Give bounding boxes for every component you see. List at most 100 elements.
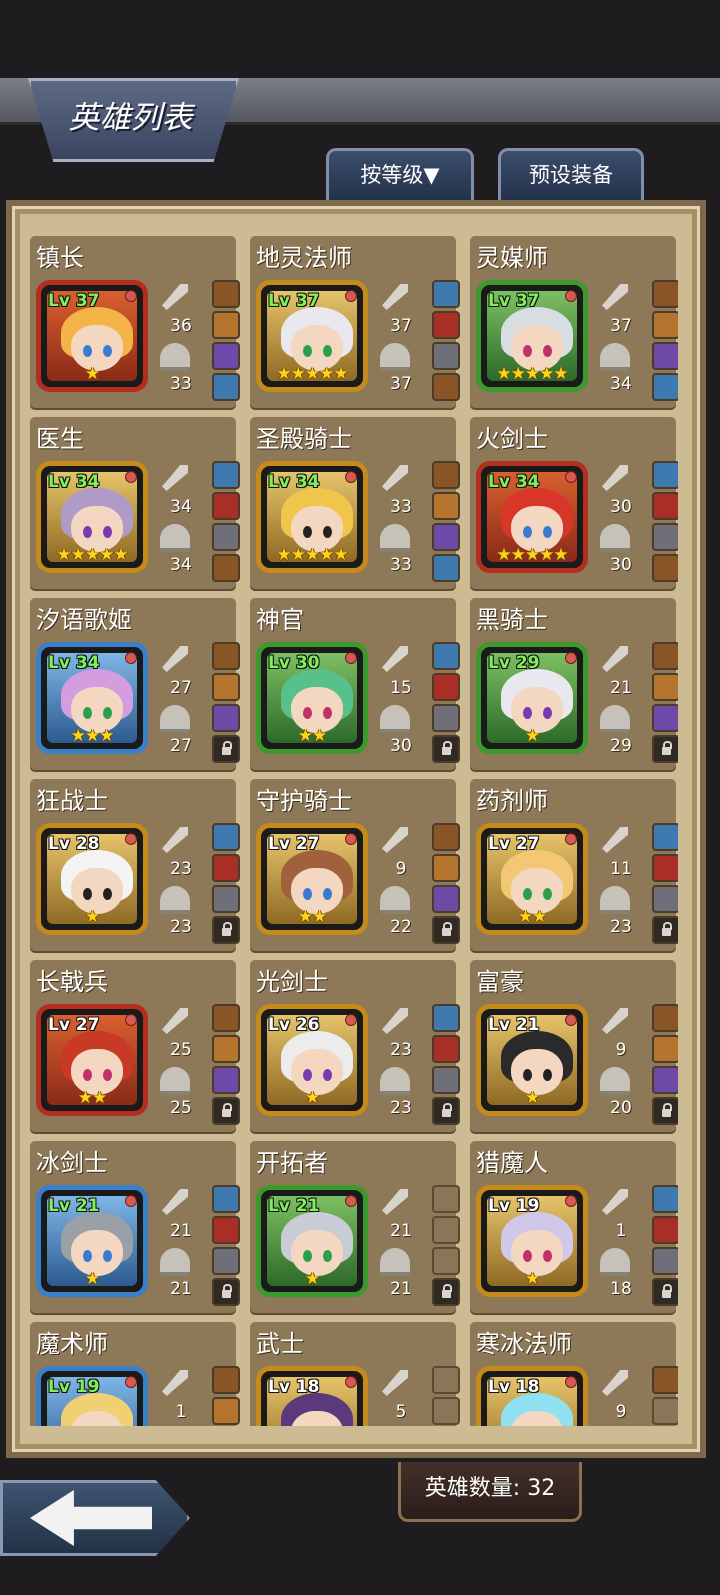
hero-portrait[interactable]: Lv 21 ★	[256, 1185, 368, 1297]
lock-icon[interactable]	[652, 916, 678, 944]
hero-portrait[interactable]: Lv 19 ★	[476, 1185, 588, 1297]
equipment-slot-icon[interactable]	[432, 342, 460, 370]
hero-card[interactable]: 狂战士 Lv 28 ★ 23 23	[30, 779, 240, 951]
hero-card[interactable]: 长戟兵 Lv 27 ★★ 25 25	[30, 960, 240, 1132]
equipment-slot-icon[interactable]	[652, 311, 678, 339]
equipment-slot-icon[interactable]	[652, 642, 678, 670]
equipment-slot-icon[interactable]	[652, 1366, 678, 1394]
hero-portrait[interactable]: Lv 28 ★	[36, 823, 148, 935]
hero-card[interactable]: 汐语歌姬 Lv 34 ★★★ 27 27	[30, 598, 240, 770]
hero-card[interactable]: 富豪 Lv 21 ★ 9 20	[470, 960, 678, 1132]
equipment-slot-icon[interactable]	[212, 642, 240, 670]
equipment-slot-icon[interactable]	[432, 311, 460, 339]
hero-card[interactable]: 魔术师 Lv 19 1	[30, 1322, 240, 1426]
empty-equipment-slot[interactable]	[432, 1185, 460, 1213]
equipment-slot-icon[interactable]	[652, 673, 678, 701]
lock-icon[interactable]	[212, 916, 240, 944]
lock-icon[interactable]	[652, 735, 678, 763]
equipment-slot-icon[interactable]	[212, 885, 240, 913]
hero-portrait[interactable]: Lv 18	[476, 1366, 588, 1426]
equipment-slot-icon[interactable]	[212, 311, 240, 339]
equipment-slot-icon[interactable]	[432, 704, 460, 732]
hero-card[interactable]: 武士 Lv 18 5	[250, 1322, 460, 1426]
hero-card[interactable]: 守护骑士 Lv 27 ★★ 9 22	[250, 779, 460, 951]
hero-portrait[interactable]: Lv 21 ★	[476, 1004, 588, 1116]
hero-portrait[interactable]: Lv 18	[256, 1366, 368, 1426]
equipment-slot-icon[interactable]	[212, 554, 240, 582]
equipment-slot-icon[interactable]	[652, 554, 678, 582]
equipment-slot-icon[interactable]	[212, 1066, 240, 1094]
equipment-slot-icon[interactable]	[212, 704, 240, 732]
equipment-slot-icon[interactable]	[212, 373, 240, 401]
lock-icon[interactable]	[652, 1097, 678, 1125]
hero-card[interactable]: 开拓者 Lv 21 ★ 21 21	[250, 1141, 460, 1313]
empty-equipment-slot[interactable]	[432, 1397, 460, 1425]
equipment-slot-icon[interactable]	[652, 823, 678, 851]
hero-card[interactable]: 黑骑士 Lv 29 ★ 21 29	[470, 598, 678, 770]
hero-card[interactable]: 神官 Lv 30 ★★ 15 30	[250, 598, 460, 770]
equipment-slot-icon[interactable]	[652, 373, 678, 401]
empty-equipment-slot[interactable]	[432, 1216, 460, 1244]
equipment-slot-icon[interactable]	[652, 492, 678, 520]
equipment-slot-icon[interactable]	[432, 492, 460, 520]
equipment-slot-icon[interactable]	[432, 1004, 460, 1032]
equipment-slot-icon[interactable]	[212, 1247, 240, 1275]
lock-icon[interactable]	[432, 1097, 460, 1125]
equipment-slot-icon[interactable]	[652, 1004, 678, 1032]
equipment-slot-icon[interactable]	[212, 280, 240, 308]
hero-card[interactable]: 灵媒师 Lv 37 ★★★★★ 37 34	[470, 236, 678, 408]
equipment-slot-icon[interactable]	[432, 642, 460, 670]
hero-card[interactable]: 地灵法师 Lv 37 ★★★★★ 37 37	[250, 236, 460, 408]
equipment-slot-icon[interactable]	[432, 673, 460, 701]
equipment-slot-icon[interactable]	[652, 1247, 678, 1275]
hero-card[interactable]: 药剂师 Lv 27 ★★ 11 23	[470, 779, 678, 951]
equipment-slot-icon[interactable]	[432, 523, 460, 551]
hero-portrait[interactable]: Lv 27 ★★	[476, 823, 588, 935]
lock-icon[interactable]	[432, 916, 460, 944]
equipment-slot-icon[interactable]	[432, 554, 460, 582]
lock-icon[interactable]	[212, 1097, 240, 1125]
hero-portrait[interactable]: Lv 19	[36, 1366, 148, 1426]
equipment-slot-icon[interactable]	[212, 673, 240, 701]
equipment-slot-icon[interactable]	[212, 492, 240, 520]
hero-portrait[interactable]: Lv 34 ★★★★★	[36, 461, 148, 573]
hero-portrait[interactable]: Lv 37 ★★★★★	[476, 280, 588, 392]
equipment-slot-icon[interactable]	[432, 854, 460, 882]
equipment-slot-icon[interactable]	[432, 885, 460, 913]
equipment-slot-icon[interactable]	[432, 461, 460, 489]
equipment-slot-icon[interactable]	[652, 1216, 678, 1244]
equipment-slot-icon[interactable]	[212, 461, 240, 489]
equipment-slot-icon[interactable]	[652, 704, 678, 732]
equipment-slot-icon[interactable]	[212, 1004, 240, 1032]
hero-card[interactable]: 寒冰法师 Lv 18 9	[470, 1322, 678, 1426]
hero-card[interactable]: 圣殿骑士 Lv 34 ★★★★★ 33 33	[250, 417, 460, 589]
hero-portrait[interactable]: Lv 34 ★★★★★	[476, 461, 588, 573]
equipment-slot-icon[interactable]	[432, 280, 460, 308]
equipment-slot-icon[interactable]	[212, 1035, 240, 1063]
equipment-slot-icon[interactable]	[652, 1035, 678, 1063]
equipment-slot-icon[interactable]	[212, 1216, 240, 1244]
equipment-slot-icon[interactable]	[432, 373, 460, 401]
equipment-slot-icon[interactable]	[652, 885, 678, 913]
equipment-slot-icon[interactable]	[432, 823, 460, 851]
equipment-slot-icon[interactable]	[652, 280, 678, 308]
equipment-slot-icon[interactable]	[212, 854, 240, 882]
hero-card[interactable]: 冰剑士 Lv 21 ★ 21 21	[30, 1141, 240, 1313]
lock-icon[interactable]	[652, 1278, 678, 1306]
hero-portrait[interactable]: Lv 37 ★★★★★	[256, 280, 368, 392]
equipment-slot-icon[interactable]	[432, 1066, 460, 1094]
empty-equipment-slot[interactable]	[432, 1247, 460, 1275]
hero-card[interactable]: 火剑士 Lv 34 ★★★★★ 30 30	[470, 417, 678, 589]
equipment-slot-icon[interactable]	[212, 1366, 240, 1394]
equipment-slot-icon[interactable]	[652, 461, 678, 489]
lock-icon[interactable]	[432, 1278, 460, 1306]
hero-card[interactable]: 猎魔人 Lv 19 ★ 1 18	[470, 1141, 678, 1313]
equipment-slot-icon[interactable]	[652, 1185, 678, 1213]
equipment-slot-icon[interactable]	[652, 523, 678, 551]
lock-icon[interactable]	[432, 735, 460, 763]
equipment-slot-icon[interactable]	[652, 342, 678, 370]
preset-equipment-button[interactable]: 预设装备	[498, 148, 644, 202]
hero-portrait[interactable]: Lv 27 ★★	[36, 1004, 148, 1116]
equipment-slot-icon[interactable]	[212, 823, 240, 851]
hero-card[interactable]: 光剑士 Lv 26 ★ 23 23	[250, 960, 460, 1132]
